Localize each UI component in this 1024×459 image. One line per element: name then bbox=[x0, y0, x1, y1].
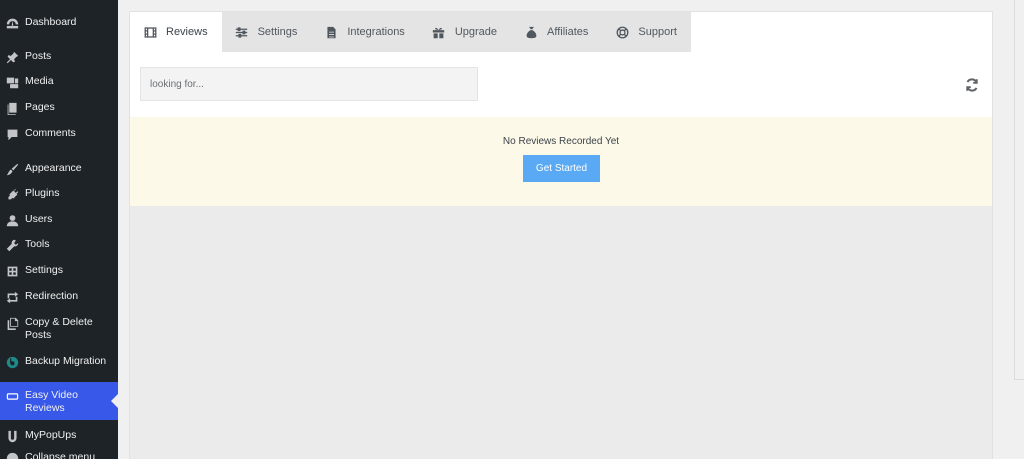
plugin-panel: Reviews Settings Integrations Upgrade Af… bbox=[129, 11, 993, 459]
tab-label: Affiliates bbox=[547, 26, 589, 38]
brush-icon bbox=[5, 162, 19, 176]
dashboard-icon bbox=[5, 16, 19, 30]
empty-state-message: No Reviews Recorded Yet bbox=[502, 136, 620, 147]
get-started-button[interactable]: Get Started bbox=[523, 155, 600, 182]
tab-label: Reviews bbox=[166, 26, 208, 38]
sidebar-item-plugins[interactable]: Plugins bbox=[0, 187, 118, 201]
backup-icon bbox=[5, 355, 19, 369]
sidebar-item-label: Copy & Delete Posts bbox=[25, 316, 93, 341]
money-bag-icon bbox=[524, 25, 538, 39]
popup-icon bbox=[5, 429, 19, 443]
sidebar-item-label: Users bbox=[25, 213, 53, 225]
redirect-icon bbox=[5, 290, 19, 304]
settings-icon bbox=[5, 264, 19, 278]
sidebar-item-comments[interactable]: Comments bbox=[0, 127, 118, 141]
sidebar-item-label: Settings bbox=[25, 264, 63, 276]
sidebar-item-label: Appearance bbox=[25, 162, 82, 174]
sidebar-item-posts[interactable]: Posts bbox=[0, 50, 118, 64]
comment-icon bbox=[5, 127, 19, 141]
sidebar-item-backup-migration[interactable]: Backup Migration bbox=[0, 355, 118, 369]
tab-integrations[interactable]: Integrations bbox=[311, 12, 419, 52]
sidebar-item-label: MyPopUps bbox=[25, 429, 77, 441]
sidebar-item-label: Pages bbox=[25, 101, 55, 113]
scrollbar[interactable] bbox=[1014, 0, 1024, 380]
sidebar-item-label: Media bbox=[25, 75, 54, 87]
tab-settings[interactable]: Settings bbox=[221, 12, 312, 52]
media-icon bbox=[5, 75, 19, 89]
sliders-icon bbox=[235, 25, 249, 39]
film-icon bbox=[143, 25, 157, 39]
refresh-icon[interactable] bbox=[964, 77, 980, 93]
lifebuoy-icon bbox=[615, 25, 629, 39]
sidebar-item-settings[interactable]: Settings bbox=[0, 264, 118, 278]
tab-upgrade[interactable]: Upgrade bbox=[418, 12, 512, 52]
empty-state-notice: No Reviews Recorded Yet Get Started bbox=[130, 117, 992, 206]
sidebar-item-easy-video-reviews[interactable]: Easy Video Reviews bbox=[0, 382, 118, 420]
tab-reviews[interactable]: Reviews bbox=[130, 12, 222, 52]
sidebar-item-media[interactable]: Media bbox=[0, 75, 118, 89]
sidebar-item-mypopups[interactable]: MyPopUps bbox=[0, 429, 118, 443]
sidebar-item-users[interactable]: Users bbox=[0, 213, 118, 227]
sidebar-item-pages[interactable]: Pages bbox=[0, 101, 118, 115]
sidebar-item-label: Tools bbox=[25, 238, 50, 250]
tab-label: Settings bbox=[257, 26, 298, 38]
tab-support[interactable]: Support bbox=[602, 12, 691, 52]
sidebar-item-label: Posts bbox=[25, 50, 52, 62]
sidebar-item-label: Plugins bbox=[25, 187, 60, 199]
sidebar-item-label: Comments bbox=[25, 127, 76, 139]
wrench-icon bbox=[5, 238, 19, 252]
gift-icon bbox=[432, 25, 446, 39]
sidebar-item-label: Dashboard bbox=[25, 16, 77, 28]
video-review-icon bbox=[5, 389, 19, 403]
pin-icon bbox=[5, 50, 19, 64]
tab-label: Upgrade bbox=[454, 26, 498, 38]
tab-label: Support bbox=[638, 26, 677, 38]
sidebar-item-appearance[interactable]: Appearance bbox=[0, 162, 118, 176]
sidebar-item-copy-delete-posts[interactable]: Copy & Delete Posts bbox=[0, 316, 118, 342]
sidebar-item-label: Backup Migration bbox=[25, 355, 107, 367]
tab-label: Integrations bbox=[347, 26, 405, 38]
panel-header: Reviews Settings Integrations Upgrade Af… bbox=[130, 12, 992, 117]
admin-sidebar: Dashboard Posts Media Pages Comments App… bbox=[0, 0, 118, 459]
tab-affiliates[interactable]: Affiliates bbox=[511, 12, 603, 52]
user-icon bbox=[5, 213, 19, 227]
pages-icon bbox=[5, 101, 19, 115]
copy-icon bbox=[5, 316, 19, 330]
plug-icon bbox=[5, 187, 19, 201]
tab-bar: Reviews Settings Integrations Upgrade Af… bbox=[130, 12, 691, 52]
sidebar-item-redirection[interactable]: Redirection bbox=[0, 290, 118, 304]
sidebar-item-tools[interactable]: Tools bbox=[0, 238, 118, 252]
sidebar-item-collapse-menu[interactable]: Collapse menu bbox=[0, 451, 118, 459]
sidebar-item-label: Redirection bbox=[25, 290, 79, 302]
sidebar-item-dashboard[interactable]: Dashboard bbox=[0, 16, 118, 30]
collapse-icon bbox=[5, 451, 19, 459]
search-input[interactable] bbox=[140, 67, 478, 101]
sidebar-item-label: Easy Video Reviews bbox=[25, 389, 78, 414]
document-icon bbox=[324, 25, 338, 39]
sidebar-item-label: Collapse menu bbox=[25, 451, 96, 459]
